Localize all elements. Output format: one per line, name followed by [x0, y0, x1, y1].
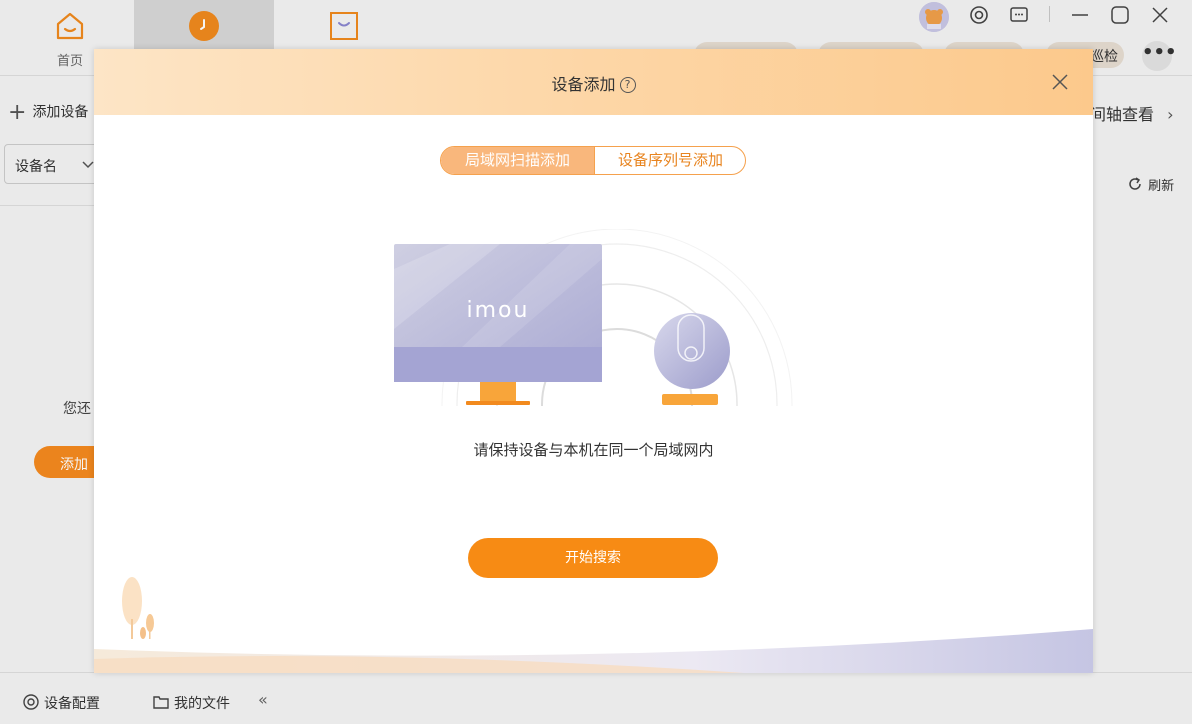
add-device-dialog: 设备添加? 局域网扫描添加 设备序列号添加 imou 请保持设备与本机在同一个局… [94, 49, 1093, 673]
imou-logo: imou [467, 298, 530, 323]
tab-serial-number[interactable]: 设备序列号添加 [594, 147, 745, 174]
dialog-header: 设备添加? [94, 49, 1093, 115]
tree-decoration [122, 577, 142, 625]
dialog-title: 设备添加? [94, 71, 1093, 95]
lan-scan-illustration: imou [394, 229, 793, 406]
tab-lan-scan[interactable]: 局域网扫描添加 [441, 147, 594, 174]
dialog-title-text: 设备添加 [551, 75, 616, 94]
instruction-text: 请保持设备与本机在同一个局域网内 [473, 441, 714, 459]
footer-decoration [94, 577, 1093, 673]
camera-graphic [654, 313, 730, 405]
add-method-tabs: 局域网扫描添加 设备序列号添加 [440, 146, 746, 175]
dialog-close-icon[interactable] [1049, 71, 1071, 93]
help-icon[interactable]: ? [619, 77, 636, 93]
monitor-graphic [394, 244, 602, 405]
